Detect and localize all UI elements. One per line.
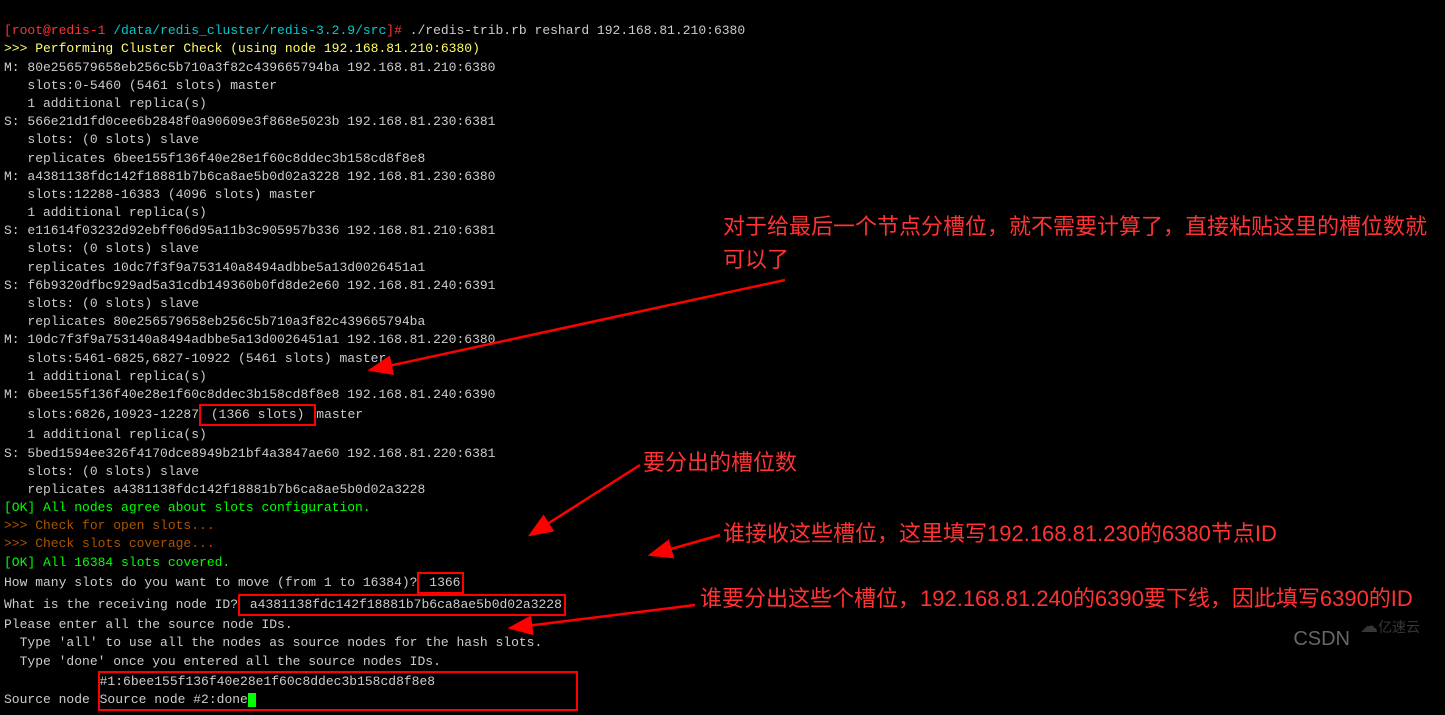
slave-node-2: S: e11614f03232d92ebff06d95a11b3c905957b… — [4, 223, 495, 238]
slave-node-4: S: 5bed1594ee326f4170dce8949b21bf4a3847a… — [4, 446, 495, 461]
source-node-1-label: Source node — [4, 692, 98, 707]
csdn-watermark: CSDN — [1293, 625, 1350, 653]
annotation-2: 要分出的槽位数 — [643, 446, 797, 479]
input-slots-1366[interactable]: 1366 — [417, 572, 464, 594]
prompt-path: /data/redis_cluster/redis-3.2.9/src — [105, 23, 386, 38]
cloud-icon: ☁ — [1360, 618, 1378, 638]
prompt-source-nodes: Please enter all the source node IDs. — [4, 617, 293, 632]
input-receiving-node-id[interactable]: a4381138fdc142f18881b7b6ca8ae5b0d02a3228 — [238, 594, 566, 616]
cluster-check-header: >>> Performing Cluster Check (using node… — [4, 41, 480, 56]
slave-node-1: S: 566e21d1fd0cee6b2848f0a90609e3f868e50… — [4, 114, 495, 129]
prompt-user-host: [root@redis-1 — [4, 23, 105, 38]
terminal-cursor — [248, 693, 256, 707]
prompt-end: ]# — [386, 23, 402, 38]
master-node-4: M: 6bee155f136f40e28e1f60c8ddec3b158cd8f… — [4, 387, 495, 402]
yisu-logo: ☁亿速云 — [1360, 616, 1440, 656]
input-source-node-1[interactable]: #1:6bee155f136f40e28e1f60c8ddec3b158cd8f… — [98, 671, 578, 711]
source-node-2-label: Source node — [100, 692, 194, 707]
check-slots-coverage: >>> Check slots coverage... — [4, 536, 215, 551]
annotation-3: 谁接收这些槽位，这里填写192.168.81.230的6380节点ID — [723, 517, 1277, 550]
slave-node-3: S: f6b9320dfbc929ad5a31cdb149360b0fd8de2… — [4, 278, 495, 293]
prompt-receiving-node: What is the receiving node ID? — [4, 597, 238, 612]
master-node-2: M: a4381138fdc142f18881b7b6ca8ae5b0d02a3… — [4, 169, 495, 184]
prompt-slots-move: How many slots do you want to move (from… — [4, 575, 417, 590]
annotation-1: 对于给最后一个节点分槽位，就不需要计算了，直接粘贴这里的槽位数就可以了 — [723, 210, 1443, 276]
ok-slots-covered: [OK] All 16384 slots covered. — [4, 555, 230, 570]
command: ./redis-trib.rb reshard 192.168.81.210:6… — [402, 23, 745, 38]
slots-1366-highlight: (1366 slots) — [199, 404, 316, 426]
ok-slots-config: [OK] All nodes agree about slots configu… — [4, 500, 371, 515]
annotation-4: 谁要分出这些个槽位，192.168.81.240的6390要下线，因此填写639… — [700, 582, 1440, 615]
check-open-slots: >>> Check for open slots... — [4, 518, 215, 533]
master-node-1: M: 80e256579658eb256c5b710a3f82c43966579… — [4, 60, 495, 75]
master-node-3: M: 10dc7f3f9a753140a8494adbbe5a13d002645… — [4, 332, 495, 347]
